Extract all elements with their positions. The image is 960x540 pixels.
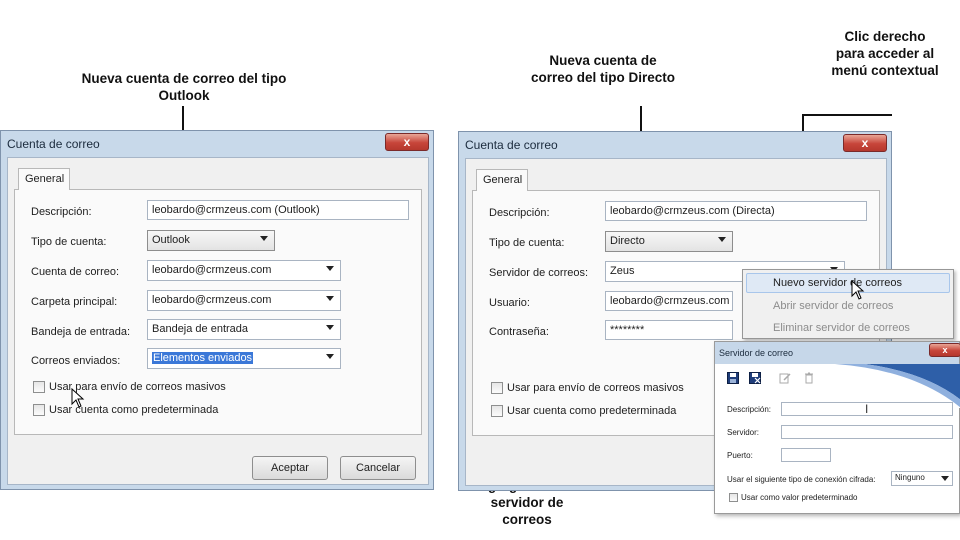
bandeja-entrada-select[interactable]: Bandeja de entrada: [147, 319, 341, 340]
tipo-cuenta-value: Directo: [610, 235, 645, 247]
cancelar-button[interactable]: Cancelar: [340, 456, 416, 480]
predeterminada-label: Usar cuenta como predeterminada: [507, 405, 677, 417]
save-icon[interactable]: [727, 372, 739, 384]
servidor-label: Servidor de correos:: [489, 267, 589, 279]
title-bar: Cuenta de correo x: [459, 132, 891, 158]
conexion-select[interactable]: Ninguno: [891, 471, 953, 486]
servidor-label: Servidor:: [727, 428, 760, 437]
connector-line: [802, 114, 892, 116]
save-close-icon[interactable]: [749, 372, 761, 384]
tipo-cuenta-select[interactable]: Outlook: [147, 230, 275, 251]
chevron-down-icon: [326, 266, 334, 271]
predeterminada-checkbox[interactable]: [491, 405, 503, 417]
puerto-label: Puerto:: [727, 451, 753, 460]
bandeja-entrada-value: Bandeja de entrada: [152, 323, 249, 335]
descripcion-field[interactable]: leobardo@crmzeus.com (Directa): [605, 201, 867, 221]
chevron-down-icon: [326, 325, 334, 330]
tipo-cuenta-select[interactable]: Directo: [605, 231, 733, 252]
mouse-cursor-icon: [851, 280, 865, 300]
conexion-label: Usar el siguiente tipo de conexión cifra…: [727, 475, 876, 484]
puerto-field[interactable]: [781, 448, 831, 462]
window-title: Cuenta de correo: [7, 137, 100, 151]
contrasena-label: Contraseña:: [489, 326, 549, 338]
envio-masivo-checkbox[interactable]: [491, 382, 503, 394]
carpeta-principal-value: leobardo@crmzeus.com: [152, 294, 272, 306]
predeterminada-checkbox[interactable]: [33, 404, 45, 416]
window-title: Cuenta de correo: [465, 138, 558, 152]
predeterminado-checkbox[interactable]: [729, 493, 738, 502]
menu-item-abrir-servidor[interactable]: Abrir servidor de correos: [773, 300, 893, 312]
annotation-context-menu: Clic derecho para acceder al menú contex…: [831, 29, 939, 78]
cuenta-correo-label: Cuenta de correo:: [31, 266, 120, 278]
tipo-cuenta-value: Outlook: [152, 234, 190, 246]
correos-enviados-value: Elementos enviados: [152, 352, 254, 364]
cuenta-correo-value: leobardo@crmzeus.com: [152, 264, 272, 276]
tipo-cuenta-label: Tipo de cuenta:: [489, 237, 565, 249]
client-area: General Descripción: leobardo@crmzeus.co…: [7, 157, 429, 485]
descripcion-label: Descripción:: [489, 207, 550, 219]
edit-icon[interactable]: [779, 372, 791, 384]
window-title: Servidor de correo: [719, 348, 794, 358]
chevron-down-icon: [326, 296, 334, 301]
chevron-down-icon: [941, 476, 949, 481]
close-button[interactable]: x: [385, 133, 429, 151]
mouse-cursor-icon: [71, 388, 85, 408]
carpeta-principal-select[interactable]: leobardo@crmzeus.com: [147, 290, 341, 311]
menu-item-eliminar-servidor[interactable]: Eliminar servidor de correos: [773, 322, 910, 334]
title-bar: Servidor de correo x: [715, 342, 960, 364]
dialog-outlook: Cuenta de correo x General Descripción: …: [0, 130, 434, 490]
server-dialog: Servidor de correo x Descripción: I Serv…: [714, 341, 960, 514]
chevron-down-icon: [260, 236, 268, 241]
descripcion-label: Descripción:: [727, 405, 772, 414]
envio-masivo-label: Usar para envío de correos masivos: [507, 382, 684, 394]
bandeja-entrada-label: Bandeja de entrada:: [31, 326, 131, 338]
tab-general[interactable]: General: [18, 168, 70, 190]
aceptar-button[interactable]: Aceptar: [252, 456, 328, 480]
general-panel: Descripción: leobardo@crmzeus.com (Outlo…: [14, 189, 422, 435]
carpeta-principal-label: Carpeta principal:: [31, 296, 118, 308]
predeterminado-label: Usar como valor predeterminado: [741, 493, 858, 502]
chevron-down-icon: [326, 354, 334, 359]
context-menu: Nuevo servidor de correos Abrir servidor…: [742, 269, 954, 339]
conexion-value: Ninguno: [895, 473, 925, 482]
correos-enviados-label: Correos enviados:: [31, 355, 121, 367]
correos-enviados-select[interactable]: Elementos enviados: [147, 348, 341, 369]
menu-item-nuevo-servidor[interactable]: Nuevo servidor de correos: [773, 277, 902, 289]
tab-general[interactable]: General: [476, 169, 528, 191]
chevron-down-icon: [718, 237, 726, 242]
close-button[interactable]: x: [843, 134, 887, 152]
contrasena-field[interactable]: ********: [605, 320, 733, 340]
annotation-directo: Nueva cuenta de correo del tipo Directo: [530, 53, 676, 85]
title-bar: Cuenta de correo x: [1, 131, 433, 157]
usuario-field[interactable]: leobardo@crmzeus.com: [605, 291, 733, 311]
envio-masivo-checkbox[interactable]: [33, 381, 45, 393]
usuario-label: Usuario:: [489, 297, 530, 309]
tipo-cuenta-label: Tipo de cuenta:: [31, 236, 107, 248]
descripcion-label: Descripción:: [31, 206, 92, 218]
delete-icon[interactable]: [803, 372, 815, 384]
close-button[interactable]: x: [929, 343, 960, 357]
text-cursor-icon: I: [865, 402, 869, 416]
annotation-outlook: Nueva cuenta de correo del tipo Outlook: [81, 71, 287, 103]
cuenta-correo-select[interactable]: leobardo@crmzeus.com: [147, 260, 341, 281]
servidor-field[interactable]: [781, 425, 953, 439]
servidor-value: Zeus: [610, 265, 635, 277]
descripcion-field[interactable]: leobardo@crmzeus.com (Outlook): [147, 200, 409, 220]
